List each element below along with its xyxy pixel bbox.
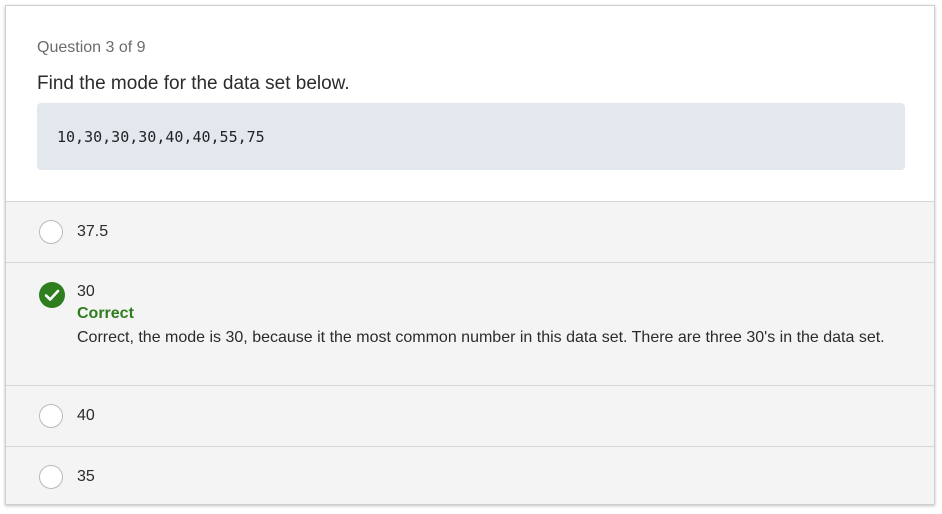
question-number: Question 3 of 9: [37, 39, 146, 56]
radio-circle-icon[interactable]: [39, 465, 63, 489]
radio-circle-icon[interactable]: [39, 404, 63, 428]
answer-option-label: 35: [77, 468, 95, 485]
dataset-box: 10,30,30,30,40,40,55,75: [37, 103, 905, 170]
radio-circle-icon[interactable]: [39, 220, 63, 244]
checkmark-circle-icon: [39, 282, 65, 308]
answer-option-1[interactable]: 37.5: [6, 202, 934, 263]
question-prompt: Find the mode for the data set below.: [37, 73, 350, 94]
dataset-values: 10,30,30,30,40,40,55,75: [57, 127, 265, 146]
feedback-text: Correct, the mode is 30, because it the …: [77, 329, 885, 346]
answer-option-label: 40: [77, 407, 95, 424]
answer-option-4[interactable]: 35: [6, 447, 934, 504]
question-card: Question 3 of 9 Find the mode for the da…: [5, 5, 935, 505]
feedback-title: Correct: [77, 305, 134, 322]
answer-option-3[interactable]: 40: [6, 386, 934, 447]
answer-option-label: 37.5: [77, 223, 109, 240]
answer-option-label: 30: [77, 283, 95, 300]
question-header: Question 3 of 9 Find the mode for the da…: [6, 6, 934, 202]
answer-option-2[interactable]: 30 Correct Correct, the mode is 30, beca…: [6, 263, 934, 386]
answer-options: 37.5 30 Correct Correct, the mode is 30,…: [6, 202, 934, 504]
